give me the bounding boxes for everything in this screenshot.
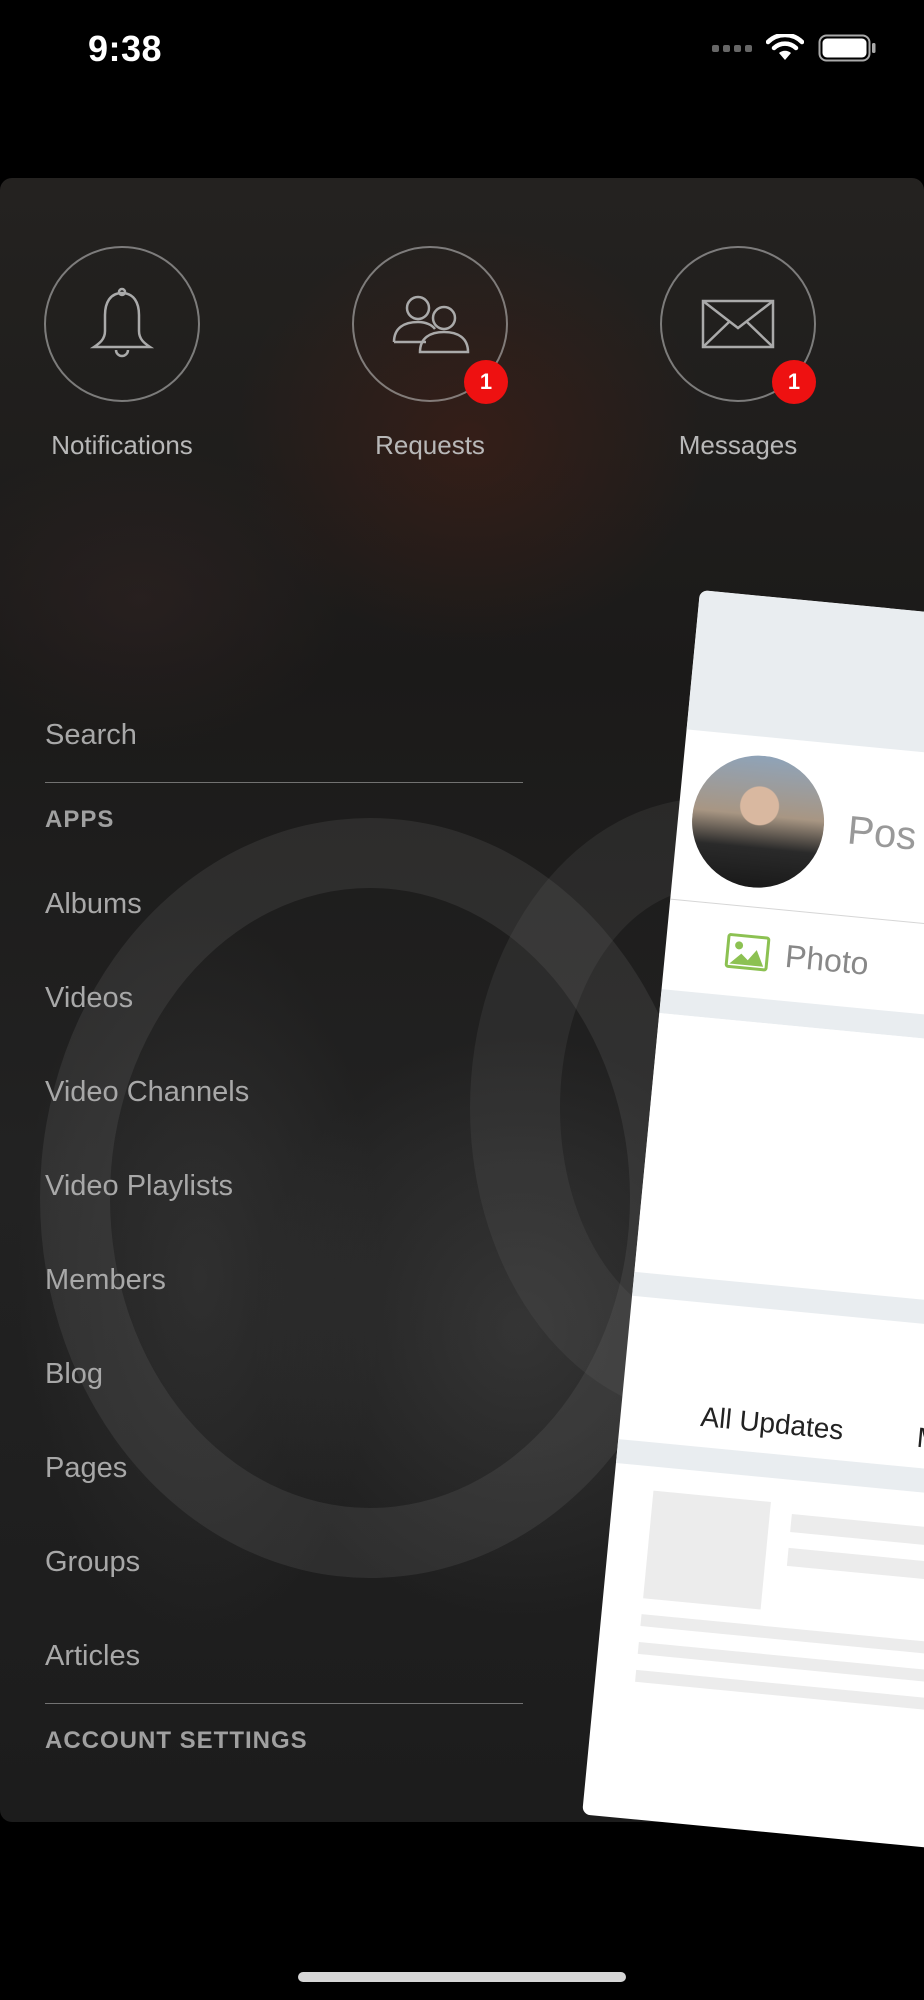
notifications-button[interactable] [44, 246, 200, 402]
menu-item-pages[interactable]: Pages [45, 1421, 523, 1515]
battery-icon [818, 34, 876, 62]
envelope-icon [701, 299, 775, 349]
wifi-icon [766, 34, 804, 60]
skeleton-thumbnail [643, 1490, 771, 1610]
menu-list: Search APPS Albums Videos Video Channels… [45, 688, 523, 1778]
loading-skeleton [593, 1463, 924, 1752]
avatar [686, 749, 831, 894]
menu-item-video-playlists[interactable]: Video Playlists [45, 1139, 523, 1233]
menu-item-members[interactable]: Members [45, 1233, 523, 1327]
people-icon [392, 295, 470, 354]
account-settings-header[interactable]: ACCOUNT SETTINGS [45, 1704, 523, 1778]
skeleton-line [786, 1547, 924, 1586]
requests-action[interactable]: 1 Requests [350, 246, 510, 461]
menu-item-albums[interactable]: Albums [45, 857, 523, 951]
requests-button[interactable]: 1 [352, 246, 508, 404]
menu-item-videos[interactable]: Videos [45, 951, 523, 1045]
photo-label: Photo [783, 937, 871, 982]
apps-section-header: APPS [45, 806, 115, 833]
menu-item-video-channels[interactable]: Video Channels [45, 1045, 523, 1139]
notifications-action[interactable]: Notifications [42, 246, 202, 461]
bell-icon [89, 287, 155, 358]
status-icons [712, 34, 876, 62]
menu-item-groups[interactable]: Groups [45, 1515, 523, 1609]
status-time: 9:38 [88, 28, 163, 69]
messages-action[interactable]: 1 Messages [658, 246, 818, 461]
messages-button[interactable]: 1 [660, 246, 816, 404]
notifications-label: Notifications [51, 430, 193, 460]
messages-label: Messages [678, 430, 798, 460]
tab-my-network[interactable]: My Ne [915, 1422, 924, 1462]
skeleton-line [635, 1669, 924, 1724]
messages-badge: 1 [772, 360, 816, 404]
requests-label: Requests [375, 430, 485, 460]
menu-item-articles[interactable]: Articles [45, 1609, 523, 1703]
photo-icon [724, 933, 771, 972]
post-placeholder: Pos [845, 807, 919, 859]
menu-item-blog[interactable]: Blog [45, 1327, 523, 1421]
app-screen: 9:38 Notifications 1 Requests 1 Messages… [0, 0, 924, 2000]
requests-badge: 1 [464, 360, 508, 404]
tab-all-updates[interactable]: All Updates [699, 1401, 844, 1447]
home-indicator[interactable] [298, 1972, 626, 1982]
signal-icon [712, 44, 752, 52]
menu-item-search[interactable]: Search [45, 688, 523, 782]
